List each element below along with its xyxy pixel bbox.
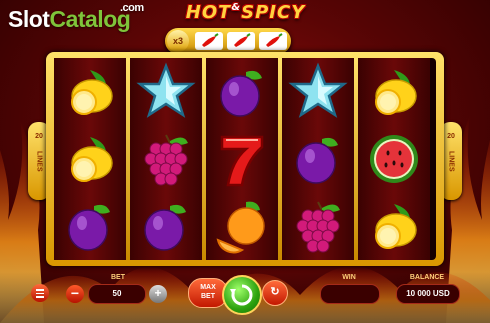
paylines-word: LINES [447,151,455,172]
win-value-field [320,284,380,304]
multiplier-badge: x3 [167,30,189,52]
seven-icon [212,129,272,189]
reels-area [54,58,436,260]
plum-icon [288,129,348,189]
chili-pepper-icon [202,33,219,47]
plum-icon [60,196,120,256]
autoplay-button[interactable]: ↻ [262,280,288,306]
logo-word-hot: HOT [185,2,232,23]
spin-button[interactable] [222,275,262,315]
paylines-word: LINES [35,151,43,172]
bet-label: BET [111,274,125,281]
watermelon-icon [364,129,424,189]
watermark-domain: .com [120,2,144,14]
orange-icon [212,196,272,256]
watermark-part1: Slot [8,6,50,32]
multiplier-cell [259,32,287,50]
multiplier-cell [195,32,223,50]
star-icon [136,62,196,122]
grapes-icon [288,196,348,256]
bet-increase-button[interactable]: + [149,285,167,303]
lemon-icon [60,62,120,122]
balance-value-field: 10 000 USD [396,284,460,304]
plum-icon [136,196,196,256]
lemon-icon [364,196,424,256]
bet-value-field: 50 [88,284,146,304]
win-label: WIN [342,274,356,281]
chili-pepper-icon [234,33,251,47]
watermark-part2: Catalog [49,6,131,32]
spin-arrows-icon [230,284,253,306]
bet-decrease-button[interactable]: − [66,285,84,303]
chili-pepper-icon [266,33,283,47]
multiplier-cell [227,32,255,50]
lemon-icon [60,129,120,189]
lemon-icon [364,62,424,122]
logo-ampersand: & [231,2,242,13]
slotcatalog-watermark: SlotCatalog .com [8,2,144,33]
menu-button[interactable] [31,284,49,302]
multiplier-bar: x3 [165,28,291,54]
plum-icon [212,62,272,122]
balance-label: BALANCE [409,274,445,281]
star-icon [288,62,348,122]
logo-word-spicy: SPICY [241,2,306,23]
grapes-icon [136,129,196,189]
